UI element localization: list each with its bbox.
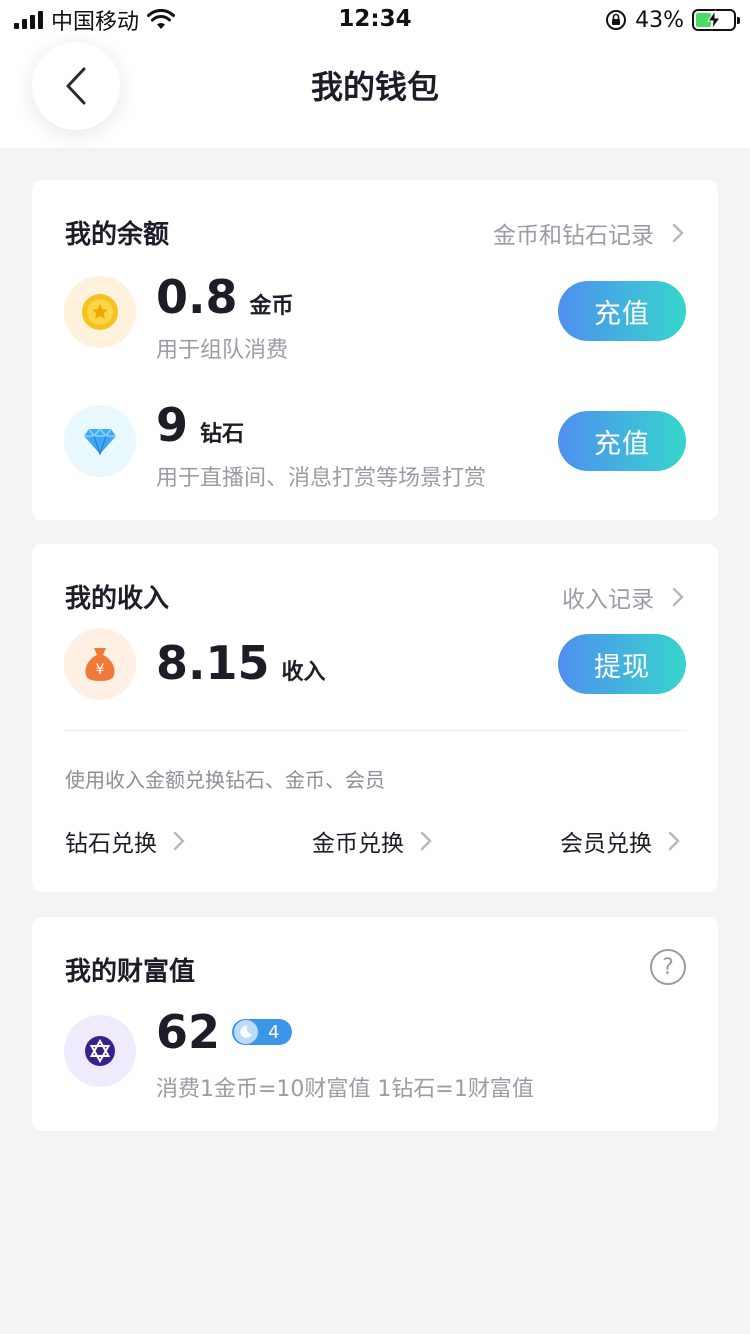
balance-card: 我的余额 金币和钻石记录 0.8 金币 用于组队消费 充值 9 钻石 用于直播间… xyxy=(32,180,718,520)
income-unit: 收入 xyxy=(281,660,326,685)
diamond-amount-row: 9 钻石 xyxy=(156,398,244,452)
records-link-label: 金币和钻石记录 xyxy=(493,223,654,249)
coin-diamond-records-link[interactable]: 金币和钻石记录 xyxy=(493,216,684,250)
coin-unit: 金币 xyxy=(249,294,294,319)
star-of-david-icon xyxy=(85,1036,115,1066)
wealth-value: 62 xyxy=(156,1005,221,1059)
status-right: 43% xyxy=(605,6,740,34)
charging-bolt-icon xyxy=(707,10,721,30)
wealth-desc: 消费1金币=10财富值 1钻石=1财富值 xyxy=(156,1077,534,1102)
recharge-diamond-button[interactable]: 充值 xyxy=(558,411,686,471)
vip-exchange-link[interactable]: 会员兑换 xyxy=(560,824,680,858)
money-bag-icon-wrap: ¥ xyxy=(64,628,136,700)
money-bag-icon: ¥ xyxy=(85,648,115,681)
chevron-right-icon xyxy=(420,831,432,851)
gold-coin-icon xyxy=(82,294,118,330)
coin-exchange-label: 金币兑换 xyxy=(312,831,404,857)
coin-exchange-link[interactable]: 金币兑换 xyxy=(312,824,432,858)
moon-icon xyxy=(234,1020,258,1044)
balance-title: 我的余额 xyxy=(65,220,170,250)
diamond-icon xyxy=(84,427,116,455)
battery-percent: 43% xyxy=(635,7,684,33)
chevron-right-icon xyxy=(672,223,684,243)
withdraw-button[interactable]: 提现 xyxy=(558,634,686,694)
status-bar: 中国移动 12:34 43% xyxy=(0,0,750,40)
diamond-exchange-label: 钻石兑换 xyxy=(65,831,157,857)
vip-exchange-label: 会员兑换 xyxy=(560,831,652,857)
diamond-exchange-link[interactable]: 钻石兑换 xyxy=(65,824,185,858)
income-title: 我的收入 xyxy=(65,584,170,614)
chevron-right-icon xyxy=(173,831,185,851)
chevron-right-icon xyxy=(672,587,684,607)
wealth-card: 我的财富值 ? 62 4 消费1金币=10财富值 1钻石=1财富值 xyxy=(32,917,718,1131)
wealth-level-badge: 4 xyxy=(232,1019,292,1045)
income-records-label: 收入记录 xyxy=(562,587,654,613)
wealth-level: 4 xyxy=(268,1021,280,1043)
page-title: 我的钱包 xyxy=(310,68,439,106)
income-card: 我的收入 收入记录 ¥ 8.15 收入 提现 使用收入金额兑换钻石、金币、会员 … xyxy=(32,544,718,892)
income-records-link[interactable]: 收入记录 xyxy=(562,580,684,614)
coin-amount-row: 0.8 金币 xyxy=(156,270,294,324)
coin-amount: 0.8 xyxy=(156,270,238,324)
wealth-icon-wrap xyxy=(64,1015,136,1087)
diamond-amount: 9 xyxy=(156,398,189,452)
recharge-coin-button[interactable]: 充值 xyxy=(558,281,686,341)
diamond-unit: 钻石 xyxy=(200,422,245,447)
orientation-lock-icon xyxy=(606,10,627,30)
svg-text:¥: ¥ xyxy=(96,662,105,678)
exchange-hint: 使用收入金额兑换钻石、金币、会员 xyxy=(65,768,385,792)
diamond-icon-wrap xyxy=(64,405,136,477)
income-amount-row: 8.15 收入 xyxy=(156,636,326,690)
coin-desc: 用于组队消费 xyxy=(156,338,289,363)
diamond-desc: 用于直播间、消息打赏等场景打赏 xyxy=(156,466,487,491)
divider xyxy=(64,730,686,731)
nav-bar: 我的钱包 xyxy=(0,40,750,148)
battery-icon xyxy=(692,9,740,31)
question-circle-icon[interactable]: ? xyxy=(650,949,686,985)
chevron-right-icon xyxy=(668,831,680,851)
income-amount: 8.15 xyxy=(156,636,270,690)
wealth-title: 我的财富值 xyxy=(65,957,196,987)
gold-coin-icon-wrap xyxy=(64,276,136,348)
